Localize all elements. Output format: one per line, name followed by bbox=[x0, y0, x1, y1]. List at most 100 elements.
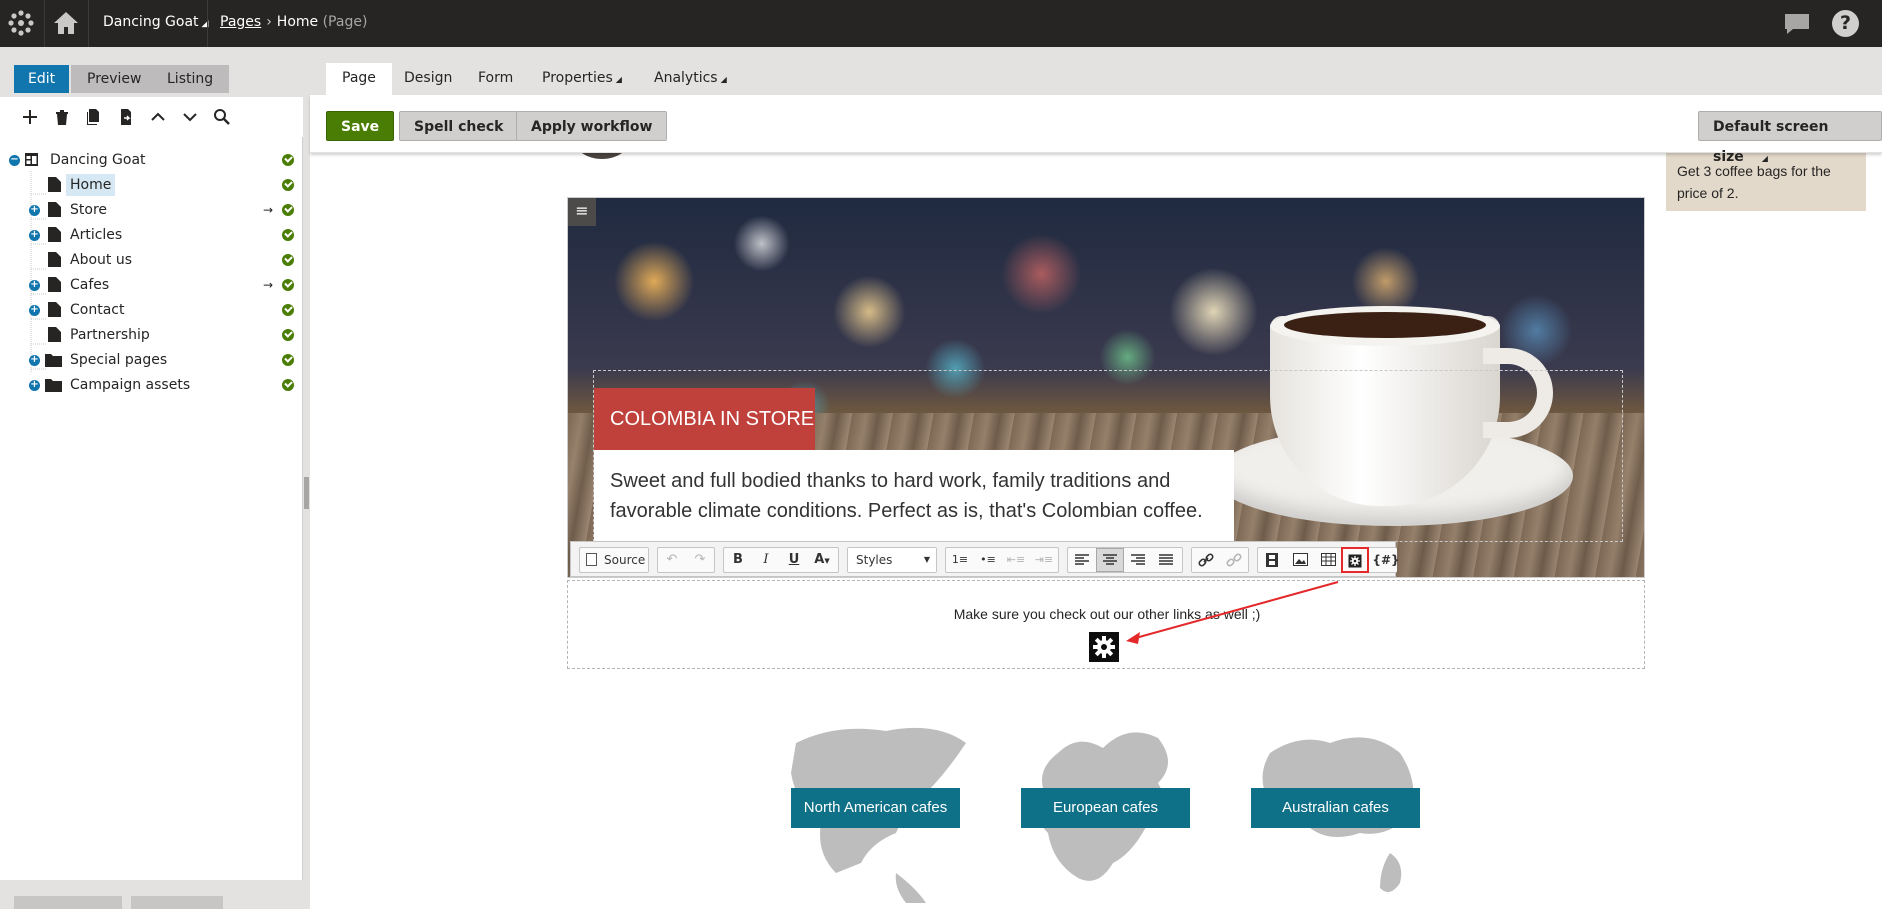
align-center-icon[interactable] bbox=[1096, 548, 1124, 572]
justify-icon[interactable] bbox=[1152, 548, 1180, 572]
editable-text-zone[interactable]: Make sure you check out our other links … bbox=[567, 580, 1645, 669]
align-right-icon[interactable] bbox=[1124, 548, 1152, 572]
bulleted-list-icon[interactable]: •≡ bbox=[974, 548, 1002, 572]
wysiwyg-toolbar: Source ↶ ↷ B I U A▼ Styles ▼ 1≡ •≡ ⇤≡ ⇥≡ bbox=[570, 541, 1400, 577]
macro-icon[interactable]: {#} bbox=[1372, 548, 1400, 572]
italic-icon[interactable]: I bbox=[752, 548, 780, 572]
published-check-icon bbox=[282, 304, 294, 316]
tree-node-dancing-goat[interactable]: − Dancing Goat bbox=[0, 149, 303, 171]
site-icon bbox=[25, 153, 38, 166]
move-down-icon[interactable] bbox=[180, 107, 200, 127]
underline-icon[interactable]: U bbox=[780, 548, 808, 572]
published-check-icon bbox=[282, 179, 294, 191]
top-bar: Dancing Goat ◢ Pages › Home (Page) ? bbox=[0, 0, 1882, 47]
tab-properties[interactable]: Properties ◢ bbox=[526, 63, 638, 95]
expand-icon[interactable]: + bbox=[29, 380, 40, 391]
tree-node-label: Partnership bbox=[70, 327, 150, 343]
link-arrow-icon: → bbox=[263, 203, 274, 217]
tree-node-cafes[interactable]: + Cafes → bbox=[0, 274, 303, 296]
image-icon[interactable] bbox=[1286, 548, 1314, 572]
undo-icon[interactable]: ↶ bbox=[658, 548, 686, 572]
source-button[interactable]: Source bbox=[579, 547, 649, 573]
editor-tabs: Page Design Form Properties ◢ Analytics ◢ bbox=[310, 47, 1882, 95]
expand-icon[interactable]: + bbox=[29, 230, 40, 241]
chat-icon[interactable] bbox=[1784, 13, 1810, 35]
tree-node-about-us[interactable]: About us bbox=[0, 249, 303, 271]
spell-check-button[interactable]: Spell check bbox=[399, 111, 519, 141]
move-icon[interactable] bbox=[116, 107, 136, 127]
outdent-icon[interactable]: ⇤≡ bbox=[1002, 548, 1030, 572]
tree-node-partnership[interactable]: Partnership bbox=[0, 324, 303, 346]
splitter-grip-icon[interactable] bbox=[304, 477, 309, 509]
expand-icon[interactable]: + bbox=[29, 305, 40, 316]
apply-workflow-button[interactable]: Apply workflow bbox=[516, 111, 668, 141]
delete-icon[interactable] bbox=[52, 107, 72, 127]
hero-text[interactable]: Sweet and full bodied thanks to hard wor… bbox=[594, 450, 1234, 546]
widget-gear-icon[interactable] bbox=[1341, 547, 1369, 573]
collapse-icon[interactable]: − bbox=[9, 155, 20, 166]
preview-mode-button[interactable]: Preview bbox=[71, 65, 158, 93]
home-icon[interactable] bbox=[52, 9, 80, 37]
kentico-logo-icon[interactable] bbox=[8, 10, 34, 36]
indent-icon[interactable]: ⇥≡ bbox=[1030, 548, 1058, 572]
search-icon[interactable] bbox=[212, 107, 232, 127]
page-canvas: Get 3 coffee bags for the price of 2. ≡ … bbox=[310, 153, 1882, 909]
tree-node-label: Special pages bbox=[70, 352, 168, 368]
chevron-right-icon: › bbox=[266, 14, 272, 30]
links-message: Make sure you check out our other links … bbox=[953, 606, 1261, 622]
footer-button[interactable] bbox=[14, 896, 122, 909]
breadcrumb-pages-link[interactable]: Pages bbox=[220, 14, 261, 30]
redo-icon[interactable]: ↷ bbox=[686, 548, 714, 572]
media-icon[interactable] bbox=[1258, 548, 1286, 572]
tree-node-label: About us bbox=[70, 252, 133, 268]
unlink-icon[interactable] bbox=[1220, 548, 1248, 572]
hamburger-menu-icon[interactable]: ≡ bbox=[568, 198, 596, 226]
australian-cafes-button[interactable]: Australian cafes bbox=[1251, 788, 1420, 828]
listing-mode-button[interactable]: Listing bbox=[151, 65, 230, 93]
add-icon[interactable] bbox=[20, 107, 40, 127]
tree-node-store[interactable]: + Store → bbox=[0, 199, 303, 221]
page-icon bbox=[48, 177, 61, 192]
help-icon[interactable]: ? bbox=[1832, 10, 1859, 37]
published-check-icon bbox=[282, 354, 294, 366]
european-cafes-button[interactable]: European cafes bbox=[1021, 788, 1190, 828]
edit-mode-button[interactable]: Edit bbox=[14, 65, 70, 93]
move-up-icon[interactable] bbox=[148, 107, 168, 127]
panel-splitter[interactable] bbox=[303, 47, 310, 909]
screen-size-dropdown[interactable]: Default screen size ◢ bbox=[1698, 111, 1882, 165]
numbered-list-icon[interactable]: 1≡ bbox=[946, 548, 974, 572]
expand-icon[interactable]: + bbox=[29, 280, 40, 291]
tree-node-home[interactable]: Home bbox=[0, 174, 303, 196]
text-color-icon[interactable]: A▼ bbox=[808, 548, 836, 572]
footer-button[interactable] bbox=[131, 896, 223, 909]
save-button[interactable]: Save bbox=[326, 111, 395, 141]
tree-node-label: Store bbox=[70, 202, 108, 218]
bold-icon[interactable]: B bbox=[724, 548, 752, 572]
list-group: 1≡ •≡ ⇤≡ ⇥≡ bbox=[945, 547, 1059, 573]
align-left-icon[interactable] bbox=[1068, 548, 1096, 572]
published-check-icon bbox=[282, 254, 294, 266]
link-icon[interactable] bbox=[1192, 548, 1220, 572]
site-selector[interactable]: Dancing Goat ◢ bbox=[103, 14, 208, 30]
tab-page[interactable]: Page bbox=[326, 63, 392, 95]
tab-design[interactable]: Design bbox=[388, 63, 468, 95]
expand-icon[interactable]: + bbox=[29, 355, 40, 366]
hero-banner: ≡ COLOMBIA IN STORE Sweet and full bodie… bbox=[567, 197, 1645, 578]
tree-node-campaign-assets[interactable]: + Campaign assets bbox=[0, 374, 303, 396]
tree-node-articles[interactable]: + Articles bbox=[0, 224, 303, 246]
expand-icon[interactable]: + bbox=[29, 205, 40, 216]
inline-widget-gear-icon[interactable] bbox=[1089, 632, 1119, 662]
hero-title: COLOMBIA IN STORE bbox=[594, 388, 815, 450]
tab-analytics[interactable]: Analytics ◢ bbox=[638, 63, 743, 95]
table-icon[interactable] bbox=[1314, 548, 1342, 572]
styles-dropdown[interactable]: Styles ▼ bbox=[847, 547, 937, 573]
tree-node-special-pages[interactable]: + Special pages bbox=[0, 349, 303, 371]
tree-node-contact[interactable]: + Contact bbox=[0, 299, 303, 321]
published-check-icon bbox=[282, 204, 294, 216]
action-bar: Save Spell check Apply workflow Default … bbox=[310, 95, 1882, 165]
breadcrumb-current-page: Home bbox=[276, 14, 319, 30]
page-icon bbox=[48, 277, 61, 292]
north-american-cafes-button[interactable]: North American cafes bbox=[791, 788, 960, 828]
copy-icon[interactable] bbox=[84, 107, 104, 127]
tab-form[interactable]: Form bbox=[462, 63, 529, 95]
